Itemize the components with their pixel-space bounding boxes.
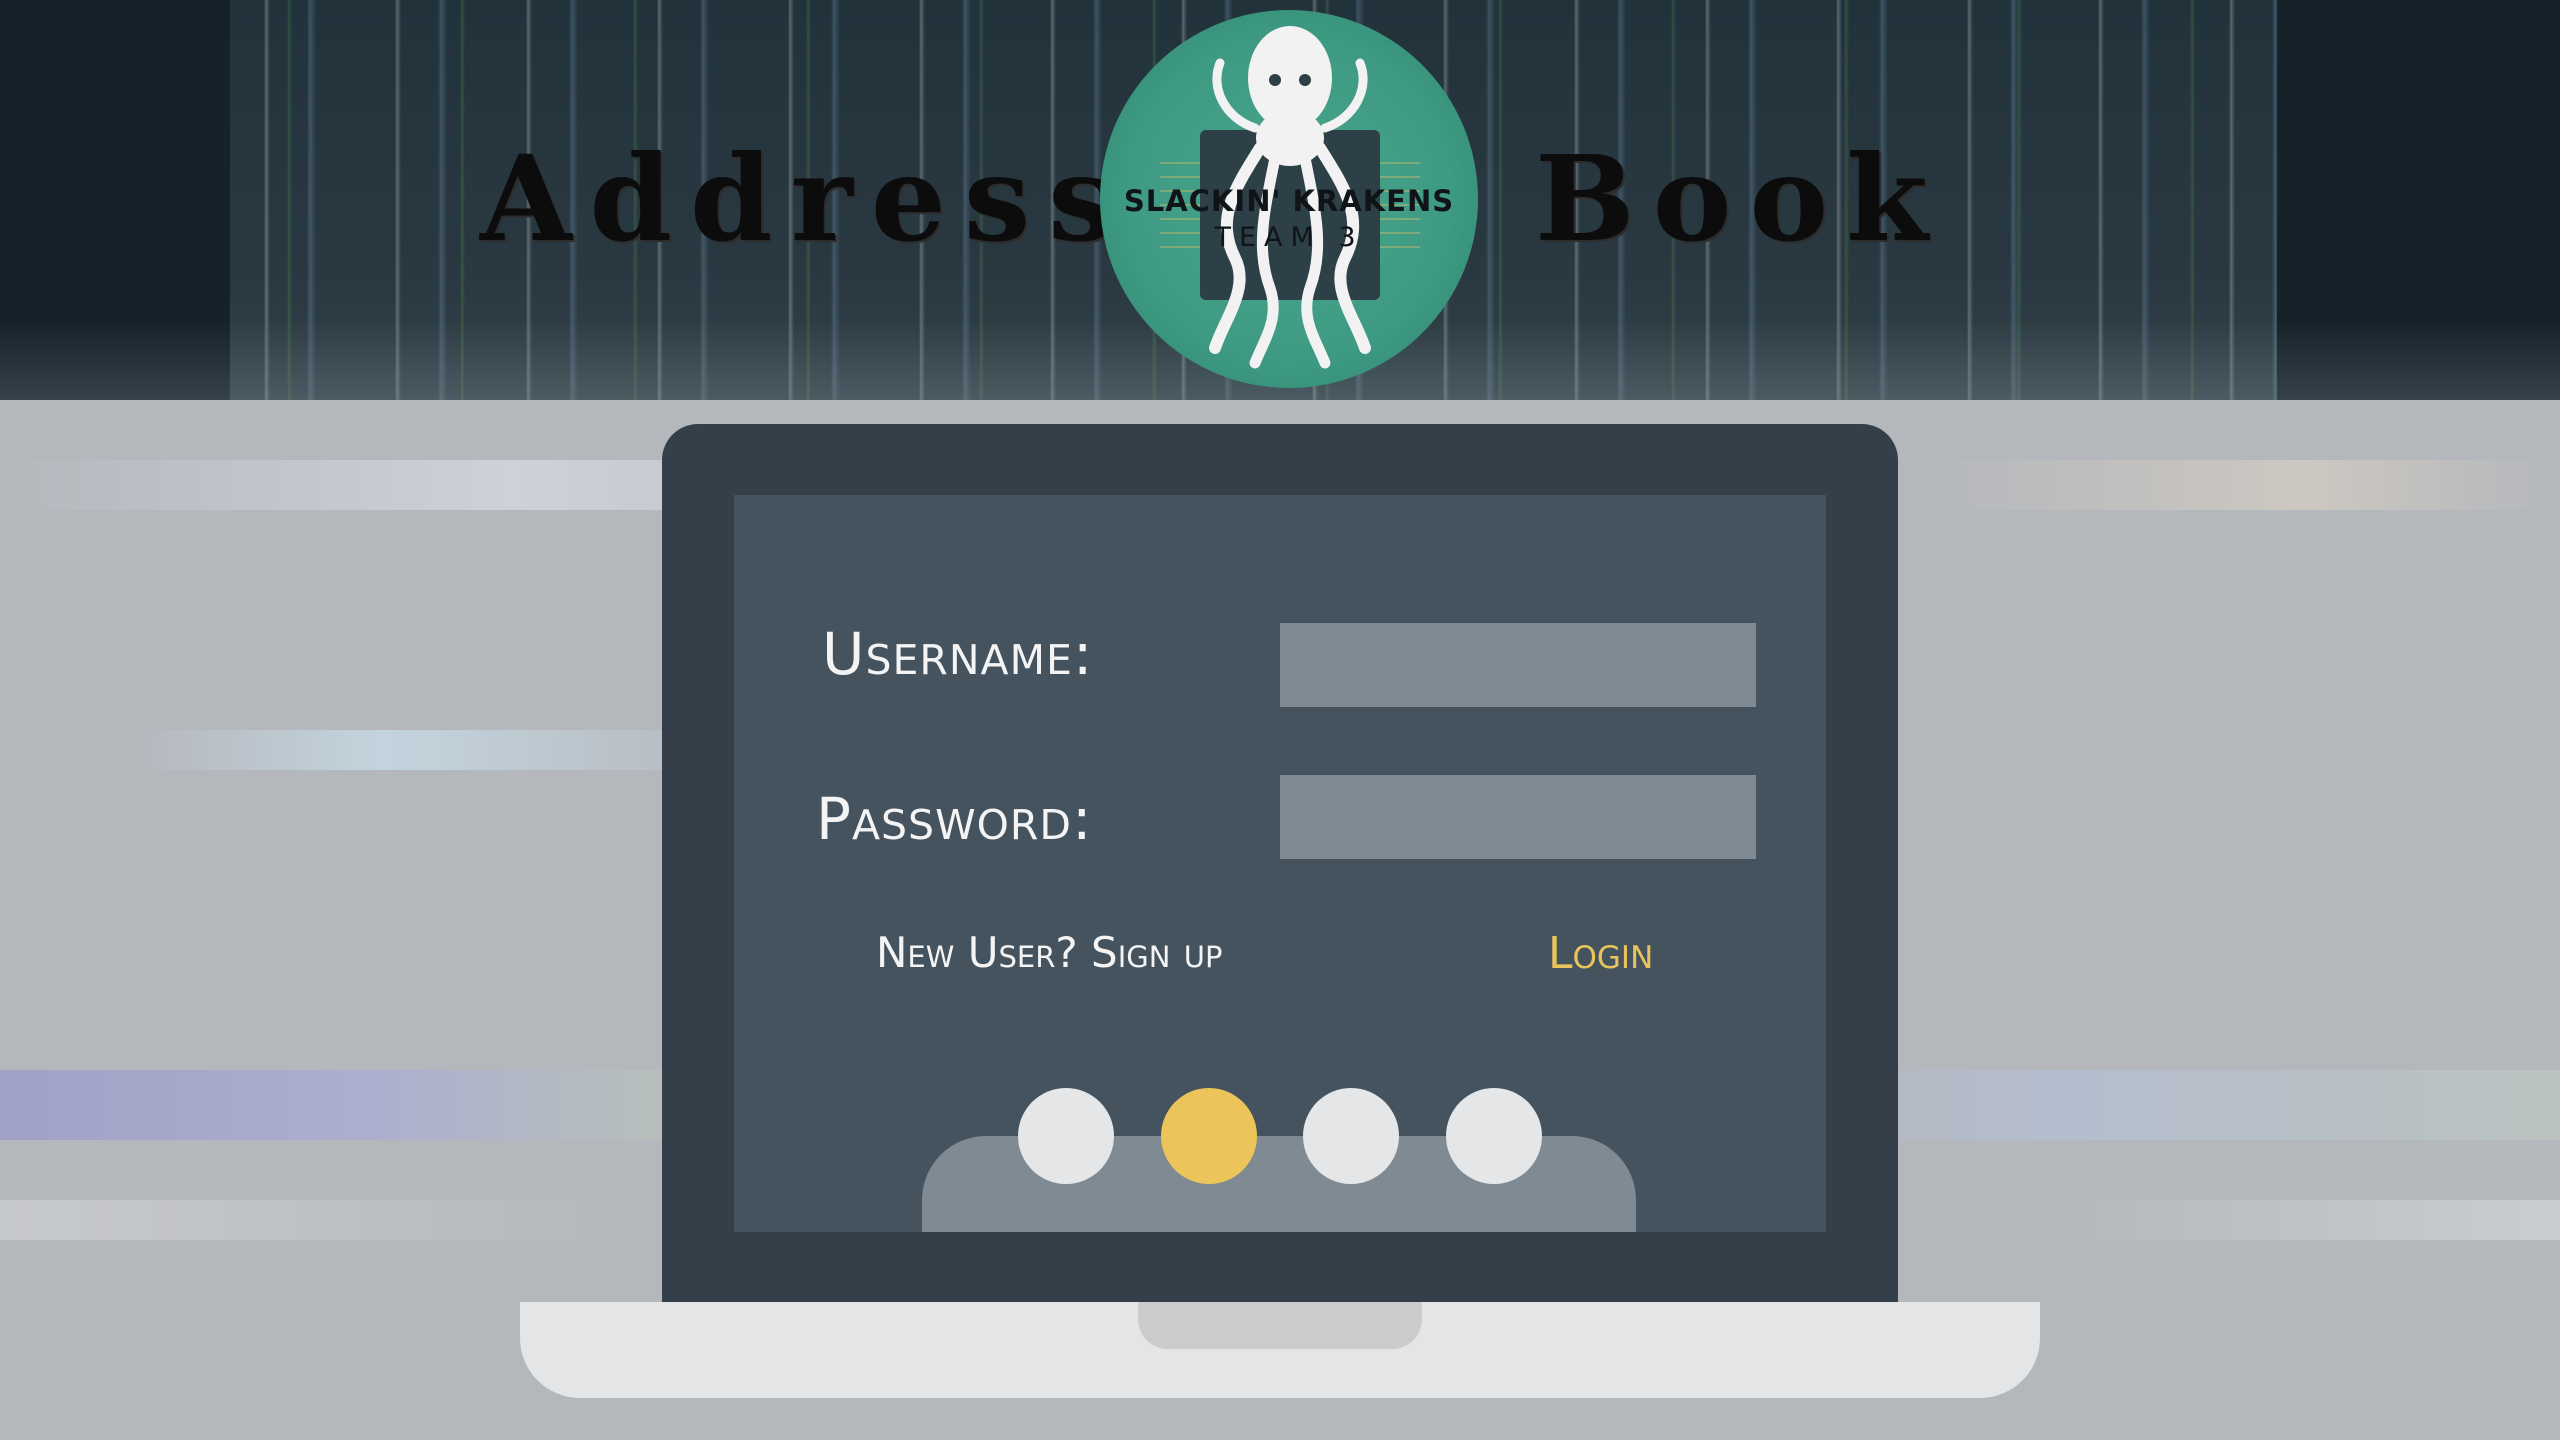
signup-link[interactable]: New User? Sign up bbox=[876, 932, 1222, 974]
password-input[interactable] bbox=[1280, 775, 1756, 859]
laptop-notch bbox=[1138, 1302, 1422, 1349]
username-input[interactable] bbox=[1280, 623, 1756, 707]
logo-title: SLACKIN' KRAKENS bbox=[1123, 184, 1455, 218]
indicator-dot bbox=[1018, 1088, 1114, 1184]
password-label: Password: bbox=[816, 785, 1093, 853]
login-button[interactable]: Login bbox=[1548, 932, 1653, 976]
page-title-left: Address bbox=[480, 129, 1133, 268]
username-label: Username: bbox=[822, 620, 1094, 688]
laptop-screen bbox=[734, 495, 1826, 1232]
indicator-dot bbox=[1446, 1088, 1542, 1184]
indicator-dot bbox=[1303, 1088, 1399, 1184]
team-logo: SLACKIN' KRAKENS TEAM 3 bbox=[1100, 10, 1478, 388]
logo-subtitle: TEAM 3 bbox=[1214, 222, 1364, 253]
header-banner: Address SLACKIN' KRAKENS TEAM 3 Book bbox=[0, 0, 2560, 400]
page-title-right: Book bbox=[1535, 129, 1946, 268]
indicator-dot-active bbox=[1161, 1088, 1257, 1184]
